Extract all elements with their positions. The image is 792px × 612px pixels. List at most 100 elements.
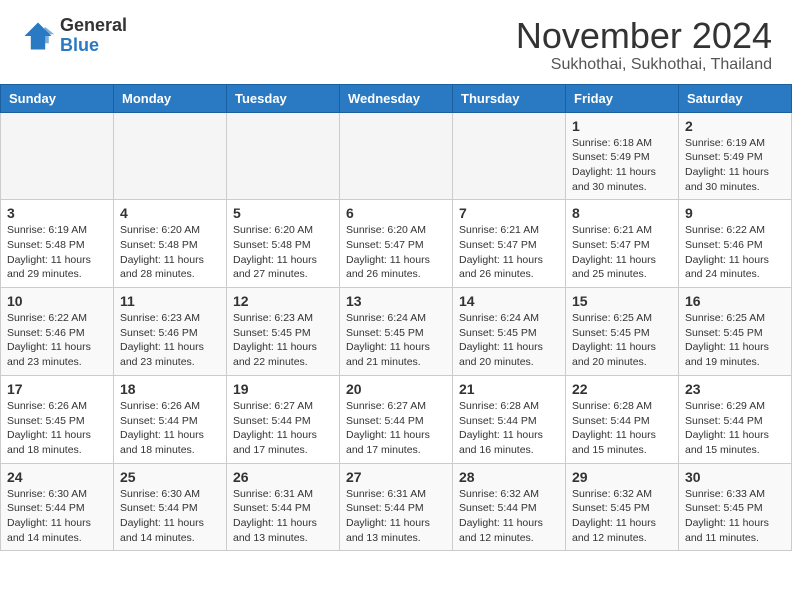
day-info: Sunrise: 6:21 AMSunset: 5:47 PMDaylight:… (459, 223, 559, 282)
day-number: 17 (7, 381, 107, 397)
day-info: Sunrise: 6:20 AMSunset: 5:48 PMDaylight:… (233, 223, 333, 282)
day-number: 5 (233, 205, 333, 221)
day-info: Sunrise: 6:22 AMSunset: 5:46 PMDaylight:… (685, 223, 785, 282)
calendar-cell: 19 Sunrise: 6:27 AMSunset: 5:44 PMDayligh… (227, 375, 340, 463)
calendar-cell: 28 Sunrise: 6:32 AMSunset: 5:44 PMDayligh… (453, 463, 566, 551)
title-section: November 2024 Sukhothai, Sukhothai, Thai… (516, 16, 772, 74)
calendar-cell: 29 Sunrise: 6:32 AMSunset: 5:45 PMDayligh… (566, 463, 679, 551)
day-number: 15 (572, 293, 672, 309)
day-number: 26 (233, 469, 333, 485)
logo-text: General Blue (60, 16, 127, 56)
column-header-monday: Monday (114, 84, 227, 112)
day-info: Sunrise: 6:26 AMSunset: 5:45 PMDaylight:… (7, 399, 107, 458)
calendar-cell (114, 112, 227, 200)
day-info: Sunrise: 6:29 AMSunset: 5:44 PMDaylight:… (685, 399, 785, 458)
calendar-week-row: 24 Sunrise: 6:30 AMSunset: 5:44 PMDayligh… (1, 463, 792, 551)
calendar-cell: 16Sunrise: 6:25 AMSunset: 5:45 PMDayligh… (679, 288, 792, 376)
calendar-cell (227, 112, 340, 200)
location-title: Sukhothai, Sukhothai, Thailand (516, 56, 772, 74)
day-number: 30 (685, 469, 785, 485)
day-info: Sunrise: 6:23 AMSunset: 5:45 PMDaylight:… (233, 311, 333, 370)
day-number: 6 (346, 205, 446, 221)
calendar-cell: 30 Sunrise: 6:33 AMSunset: 5:45 PMDayligh… (679, 463, 792, 551)
day-info: Sunrise: 6:23 AMSunset: 5:46 PMDaylight:… (120, 311, 220, 370)
calendar-cell: 15 Sunrise: 6:25 AMSunset: 5:45 PMDayligh… (566, 288, 679, 376)
day-info: Sunrise: 6:24 AMSunset: 5:45 PMDaylight:… (459, 311, 559, 370)
day-info: Sunrise: 6:18 AMSunset: 5:49 PMDaylight:… (572, 136, 672, 195)
calendar-cell: 27 Sunrise: 6:31 AMSunset: 5:44 PMDayligh… (340, 463, 453, 551)
calendar-cell: 3Sunrise: 6:19 AMSunset: 5:48 PMDaylight… (1, 200, 114, 288)
calendar-cell (340, 112, 453, 200)
day-info: Sunrise: 6:22 AMSunset: 5:46 PMDaylight:… (7, 311, 107, 370)
calendar-week-row: 1 Sunrise: 6:18 AMSunset: 5:49 PMDaylight… (1, 112, 792, 200)
calendar-cell: 10 Sunrise: 6:22 AMSunset: 5:46 PMDayligh… (1, 288, 114, 376)
column-header-tuesday: Tuesday (227, 84, 340, 112)
day-number: 24 (7, 469, 107, 485)
calendar-header-row: SundayMondayTuesdayWednesdayThursdayFrid… (1, 84, 792, 112)
day-info: Sunrise: 6:25 AMSunset: 5:45 PMDaylight:… (685, 311, 785, 370)
calendar-week-row: 10 Sunrise: 6:22 AMSunset: 5:46 PMDayligh… (1, 288, 792, 376)
calendar-cell: 24 Sunrise: 6:30 AMSunset: 5:44 PMDayligh… (1, 463, 114, 551)
day-info: Sunrise: 6:28 AMSunset: 5:44 PMDaylight:… (572, 399, 672, 458)
calendar-cell: 21Sunrise: 6:28 AMSunset: 5:44 PMDayligh… (453, 375, 566, 463)
day-number: 14 (459, 293, 559, 309)
calendar-week-row: 17 Sunrise: 6:26 AMSunset: 5:45 PMDayligh… (1, 375, 792, 463)
day-info: Sunrise: 6:19 AMSunset: 5:49 PMDaylight:… (685, 136, 785, 195)
day-info: Sunrise: 6:26 AMSunset: 5:44 PMDaylight:… (120, 399, 220, 458)
day-number: 19 (233, 381, 333, 397)
day-number: 29 (572, 469, 672, 485)
day-number: 7 (459, 205, 559, 221)
calendar-cell: 4Sunrise: 6:20 AMSunset: 5:48 PMDaylight… (114, 200, 227, 288)
day-number: 22 (572, 381, 672, 397)
calendar-cell: 17 Sunrise: 6:26 AMSunset: 5:45 PMDayligh… (1, 375, 114, 463)
day-number: 23 (685, 381, 785, 397)
day-number: 4 (120, 205, 220, 221)
day-info: Sunrise: 6:30 AMSunset: 5:44 PMDaylight:… (7, 487, 107, 546)
calendar-cell: 25Sunrise: 6:30 AMSunset: 5:44 PMDayligh… (114, 463, 227, 551)
calendar-week-row: 3Sunrise: 6:19 AMSunset: 5:48 PMDaylight… (1, 200, 792, 288)
day-number: 10 (7, 293, 107, 309)
calendar-cell: 23 Sunrise: 6:29 AMSunset: 5:44 PMDayligh… (679, 375, 792, 463)
logo-general: General (60, 16, 127, 36)
calendar-cell: 11Sunrise: 6:23 AMSunset: 5:46 PMDayligh… (114, 288, 227, 376)
day-number: 12 (233, 293, 333, 309)
day-number: 28 (459, 469, 559, 485)
day-info: Sunrise: 6:27 AMSunset: 5:44 PMDaylight:… (233, 399, 333, 458)
day-number: 8 (572, 205, 672, 221)
calendar-cell: 6Sunrise: 6:20 AMSunset: 5:47 PMDaylight… (340, 200, 453, 288)
calendar-cell: 18 Sunrise: 6:26 AMSunset: 5:44 PMDayligh… (114, 375, 227, 463)
day-number: 9 (685, 205, 785, 221)
day-info: Sunrise: 6:31 AMSunset: 5:44 PMDaylight:… (346, 487, 446, 546)
day-info: Sunrise: 6:33 AMSunset: 5:45 PMDaylight:… (685, 487, 785, 546)
day-info: Sunrise: 6:32 AMSunset: 5:45 PMDaylight:… (572, 487, 672, 546)
calendar-cell: 22 Sunrise: 6:28 AMSunset: 5:44 PMDayligh… (566, 375, 679, 463)
day-number: 18 (120, 381, 220, 397)
day-info: Sunrise: 6:24 AMSunset: 5:45 PMDaylight:… (346, 311, 446, 370)
calendar-cell: 14 Sunrise: 6:24 AMSunset: 5:45 PMDayligh… (453, 288, 566, 376)
day-info: Sunrise: 6:19 AMSunset: 5:48 PMDaylight:… (7, 223, 107, 282)
calendar-cell: 8 Sunrise: 6:21 AMSunset: 5:47 PMDaylight… (566, 200, 679, 288)
calendar-cell: 12 Sunrise: 6:23 AMSunset: 5:45 PMDayligh… (227, 288, 340, 376)
calendar-cell (1, 112, 114, 200)
column-header-sunday: Sunday (1, 84, 114, 112)
calendar-cell: 13Sunrise: 6:24 AMSunset: 5:45 PMDayligh… (340, 288, 453, 376)
column-header-thursday: Thursday (453, 84, 566, 112)
day-number: 27 (346, 469, 446, 485)
day-number: 1 (572, 118, 672, 134)
day-info: Sunrise: 6:27 AMSunset: 5:44 PMDaylight:… (346, 399, 446, 458)
day-number: 20 (346, 381, 446, 397)
day-number: 2 (685, 118, 785, 134)
logo-icon (20, 18, 56, 54)
day-info: Sunrise: 6:21 AMSunset: 5:47 PMDaylight:… (572, 223, 672, 282)
column-header-friday: Friday (566, 84, 679, 112)
day-number: 25 (120, 469, 220, 485)
column-header-saturday: Saturday (679, 84, 792, 112)
page-header: General Blue November 2024 Sukhothai, Su… (0, 0, 792, 84)
month-title: November 2024 (516, 16, 772, 56)
day-info: Sunrise: 6:25 AMSunset: 5:45 PMDaylight:… (572, 311, 672, 370)
logo-blue: Blue (60, 36, 127, 56)
calendar-cell: 1 Sunrise: 6:18 AMSunset: 5:49 PMDaylight… (566, 112, 679, 200)
day-info: Sunrise: 6:32 AMSunset: 5:44 PMDaylight:… (459, 487, 559, 546)
column-header-wednesday: Wednesday (340, 84, 453, 112)
calendar-cell: 7 Sunrise: 6:21 AMSunset: 5:47 PMDaylight… (453, 200, 566, 288)
